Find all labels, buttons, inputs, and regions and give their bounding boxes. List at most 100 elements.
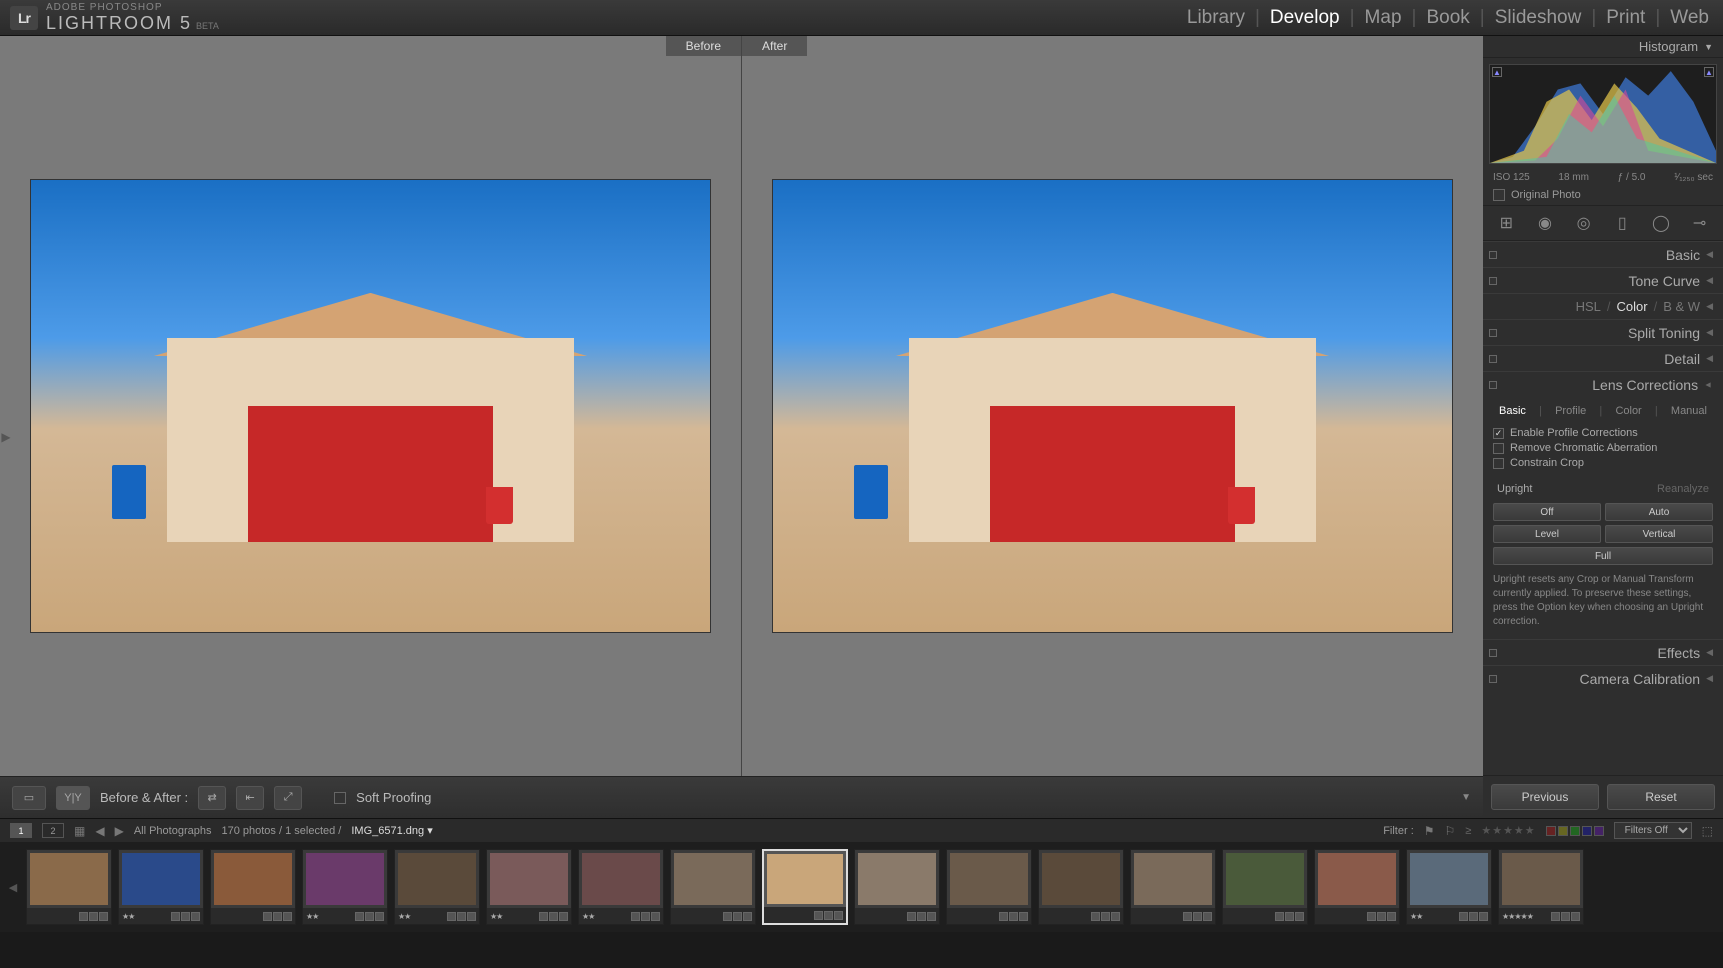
loupe-view-button[interactable]: ▭: [12, 786, 46, 810]
filmstrip-thumb[interactable]: ★★: [486, 849, 572, 925]
upright-vertical-button[interactable]: Vertical: [1605, 525, 1713, 543]
filmstrip-thumb[interactable]: [854, 849, 940, 925]
before-after-view-button[interactable]: Y|Y: [56, 786, 90, 810]
original-photo-checkbox[interactable]: [1493, 189, 1505, 201]
filter-preset-select[interactable]: Filters Off: [1614, 822, 1692, 839]
copy-before-button[interactable]: ⇤: [236, 786, 264, 810]
secondary-window-1[interactable]: 1: [10, 823, 32, 838]
thumb-badge[interactable]: [467, 912, 476, 921]
thumb-badge[interactable]: [447, 912, 456, 921]
thumb-badge[interactable]: [1469, 912, 1478, 921]
copy-after-button[interactable]: ⤢: [274, 786, 302, 810]
filmstrip-thumb[interactable]: [26, 849, 112, 925]
filmstrip-thumb[interactable]: ★★: [578, 849, 664, 925]
color-chip-yellow[interactable]: [1558, 826, 1568, 836]
rating-filter[interactable]: ★★★★★: [1481, 824, 1535, 837]
color-chip-red[interactable]: [1546, 826, 1556, 836]
module-book[interactable]: Book: [1422, 7, 1473, 29]
thumb-badge[interactable]: [1479, 912, 1488, 921]
thumb-badge[interactable]: [1111, 912, 1120, 921]
before-view[interactable]: Before: [0, 36, 742, 776]
thumb-badge[interactable]: [1193, 912, 1202, 921]
swap-ba-button[interactable]: ⇄: [198, 786, 226, 810]
filmstrip-thumb[interactable]: [1038, 849, 1124, 925]
lens-corrections-panel-header[interactable]: Lens Corrections▼: [1483, 371, 1723, 397]
filmstrip-thumb[interactable]: ★★: [302, 849, 388, 925]
thumb-badge[interactable]: [651, 912, 660, 921]
thumb-badge[interactable]: [1275, 912, 1284, 921]
thumb-badge[interactable]: [1367, 912, 1376, 921]
reset-button[interactable]: Reset: [1607, 784, 1715, 810]
thumb-badge[interactable]: [1295, 912, 1304, 921]
upright-level-button[interactable]: Level: [1493, 525, 1601, 543]
nav-forward-icon[interactable]: ▶: [115, 824, 124, 838]
thumb-badge[interactable]: [375, 912, 384, 921]
thumb-badge[interactable]: [79, 912, 88, 921]
thumb-badge[interactable]: [641, 912, 650, 921]
nav-back-icon[interactable]: ◀: [95, 824, 104, 838]
remove-chromatic-aberration-checkbox[interactable]: [1493, 443, 1504, 454]
highlight-clip-indicator[interactable]: ▲: [1704, 67, 1714, 77]
thumb-badge[interactable]: [457, 912, 466, 921]
crop-tool[interactable]: ⊞: [1493, 212, 1519, 234]
split-toning-panel-header[interactable]: Split Toning◀: [1483, 319, 1723, 345]
effects-panel-header[interactable]: Effects◀: [1483, 639, 1723, 665]
thumb-badge[interactable]: [539, 912, 548, 921]
filmstrip-thumb[interactable]: [1314, 849, 1400, 925]
thumb-badge[interactable]: [1561, 912, 1570, 921]
thumb-badge[interactable]: [171, 912, 180, 921]
filmstrip-thumb[interactable]: [670, 849, 756, 925]
filmstrip-thumb[interactable]: ★★: [118, 849, 204, 925]
thumb-badge[interactable]: [1387, 912, 1396, 921]
tone-curve-panel-header[interactable]: Tone Curve◀: [1483, 267, 1723, 293]
thumb-badge[interactable]: [907, 912, 916, 921]
color-chip-purple[interactable]: [1594, 826, 1604, 836]
after-view[interactable]: After: [742, 36, 1483, 776]
toolbar-menu[interactable]: ▼: [1461, 792, 1471, 803]
thumb-badge[interactable]: [1285, 912, 1294, 921]
filmstrip-thumb[interactable]: [946, 849, 1032, 925]
constrain-crop-checkbox[interactable]: [1493, 458, 1504, 469]
module-print[interactable]: Print: [1602, 7, 1649, 29]
redeye-tool[interactable]: ◎: [1571, 212, 1597, 234]
upright-auto-button[interactable]: Auto: [1605, 503, 1713, 521]
source-label[interactable]: All Photographs: [134, 825, 212, 837]
filmstrip-thumb[interactable]: [762, 849, 848, 925]
thumb-badge[interactable]: [549, 912, 558, 921]
reanalyze-button[interactable]: Reanalyze: [1657, 483, 1709, 495]
thumb-badge[interactable]: [743, 912, 752, 921]
thumb-badge[interactable]: [1377, 912, 1386, 921]
filmstrip-thumb[interactable]: ★★: [1406, 849, 1492, 925]
radial-tool[interactable]: ◯: [1648, 212, 1674, 234]
thumb-badge[interactable]: [1101, 912, 1110, 921]
thumb-badge[interactable]: [631, 912, 640, 921]
thumb-badge[interactable]: [99, 912, 108, 921]
filter-lock-icon[interactable]: ⬚: [1702, 824, 1713, 838]
filmstrip-thumb[interactable]: ★★★★★: [1498, 849, 1584, 925]
camera-calibration-panel-header[interactable]: Camera Calibration◀: [1483, 665, 1723, 691]
thumb-badge[interactable]: [723, 912, 732, 921]
thumb-badge[interactable]: [273, 912, 282, 921]
thumb-badge[interactable]: [283, 912, 292, 921]
lens-tab-basic[interactable]: Basic: [1495, 403, 1530, 419]
thumb-badge[interactable]: [1183, 912, 1192, 921]
lens-tab-color[interactable]: Color: [1611, 403, 1645, 419]
lens-tab-profile[interactable]: Profile: [1551, 403, 1590, 419]
thumb-badge[interactable]: [263, 912, 272, 921]
filmstrip-thumb[interactable]: ★★: [394, 849, 480, 925]
filmstrip-thumb[interactable]: [1222, 849, 1308, 925]
filmstrip-thumb[interactable]: [1130, 849, 1216, 925]
histogram-header[interactable]: Histogram▼: [1483, 36, 1723, 58]
soft-proofing-checkbox[interactable]: [334, 792, 346, 804]
thumb-badge[interactable]: [89, 912, 98, 921]
flag-pick-filter[interactable]: ⚑: [1424, 824, 1435, 838]
thumb-badge[interactable]: [814, 911, 823, 920]
thumb-badge[interactable]: [191, 912, 200, 921]
current-filename[interactable]: IMG_6571.dng ▾: [351, 824, 432, 837]
secondary-window-2[interactable]: 2: [42, 823, 64, 838]
hsl-color-bw-header[interactable]: HSL/ Color/ B & W◀: [1483, 293, 1723, 319]
enable-profile-corrections-checkbox[interactable]: ✓: [1493, 428, 1504, 439]
module-slideshow[interactable]: Slideshow: [1491, 7, 1586, 29]
thumb-badge[interactable]: [824, 911, 833, 920]
module-library[interactable]: Library: [1183, 7, 1249, 29]
